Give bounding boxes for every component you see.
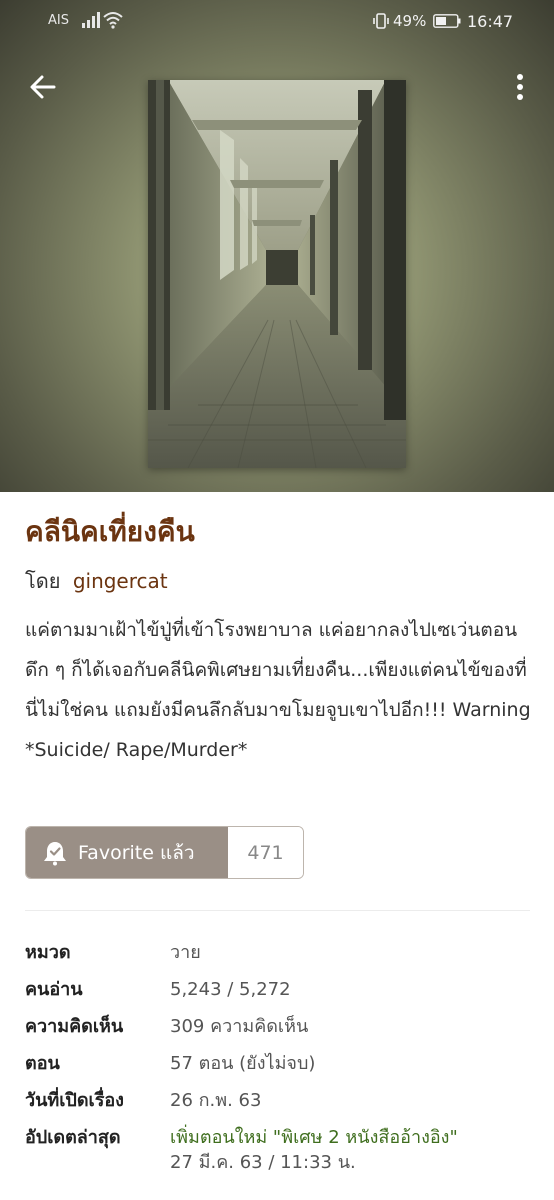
cover-header: AIS 49% 16:47 (0, 0, 554, 492)
story-title: คลีนิคเที่ยงคืน (25, 515, 195, 548)
battery-icon (433, 14, 461, 28)
favorite-label: Favorite แล้ว (78, 841, 195, 864)
status-bar: AIS 49% 16:47 (0, 0, 554, 44)
category-label: หมวด (25, 942, 71, 963)
detail-row-category: หมวด วาย (25, 934, 545, 971)
battery-percent: 49% (393, 12, 427, 30)
category-value[interactable]: วาย (170, 934, 201, 971)
readers-value: 5,243 / 5,272 (170, 979, 291, 1000)
signal-icon (82, 12, 100, 28)
more-vertical-icon[interactable] (506, 70, 534, 104)
back-arrow-icon[interactable] (26, 70, 60, 104)
author-prefix: โดย (25, 569, 61, 593)
chapters-value: 57 ตอน (ยังไม่จบ) (170, 1053, 316, 1074)
opened-value: 26 ก.พ. 63 (170, 1090, 262, 1111)
cover-image (148, 80, 406, 468)
author-row: โดย gingercat (25, 566, 168, 596)
chapters-label: ตอน (25, 1053, 60, 1074)
story-synopsis: แค่ตามมาเฝ้าไข้ปู่ที่เข้าโรงพยาบาล แค่อย… (25, 619, 531, 761)
vibrate-icon (373, 13, 389, 29)
updated-label: อัปเดตล่าสุด (25, 1127, 121, 1148)
carrier-label: AIS (48, 13, 69, 28)
comments-value[interactable]: 309 ความคิดเห็น (170, 1008, 308, 1045)
author-link[interactable]: gingercat (73, 569, 168, 593)
detail-row-opened: วันที่เปิดเรื่อง 26 ก.พ. 63 (25, 1082, 545, 1119)
story-details: หมวด วาย คนอ่าน 5,243 / 5,272 ความคิดเห็… (25, 934, 545, 1156)
detail-row-comments: ความคิดเห็น 309 ความคิดเห็น (25, 1008, 545, 1045)
clock: 16:47 (467, 12, 514, 31)
detail-row-readers: คนอ่าน 5,243 / 5,272 (25, 971, 545, 1008)
wifi-icon (103, 12, 123, 29)
opened-label: วันที่เปิดเรื่อง (25, 1090, 124, 1111)
favorite-control: Favorite แล้ว 471 (25, 826, 304, 879)
divider (25, 910, 530, 911)
detail-row-chapters: ตอน 57 ตอน (ยังไม่จบ) (25, 1045, 545, 1082)
readers-label: คนอ่าน (25, 979, 83, 1000)
updated-date: 27 มี.ค. 63 / 11:33 น. (170, 1152, 356, 1173)
favorite-count: 471 (228, 827, 303, 878)
comments-label: ความคิดเห็น (25, 1016, 124, 1037)
favorite-button[interactable]: Favorite แล้ว (26, 827, 228, 878)
bookmark-check-icon (44, 841, 66, 865)
